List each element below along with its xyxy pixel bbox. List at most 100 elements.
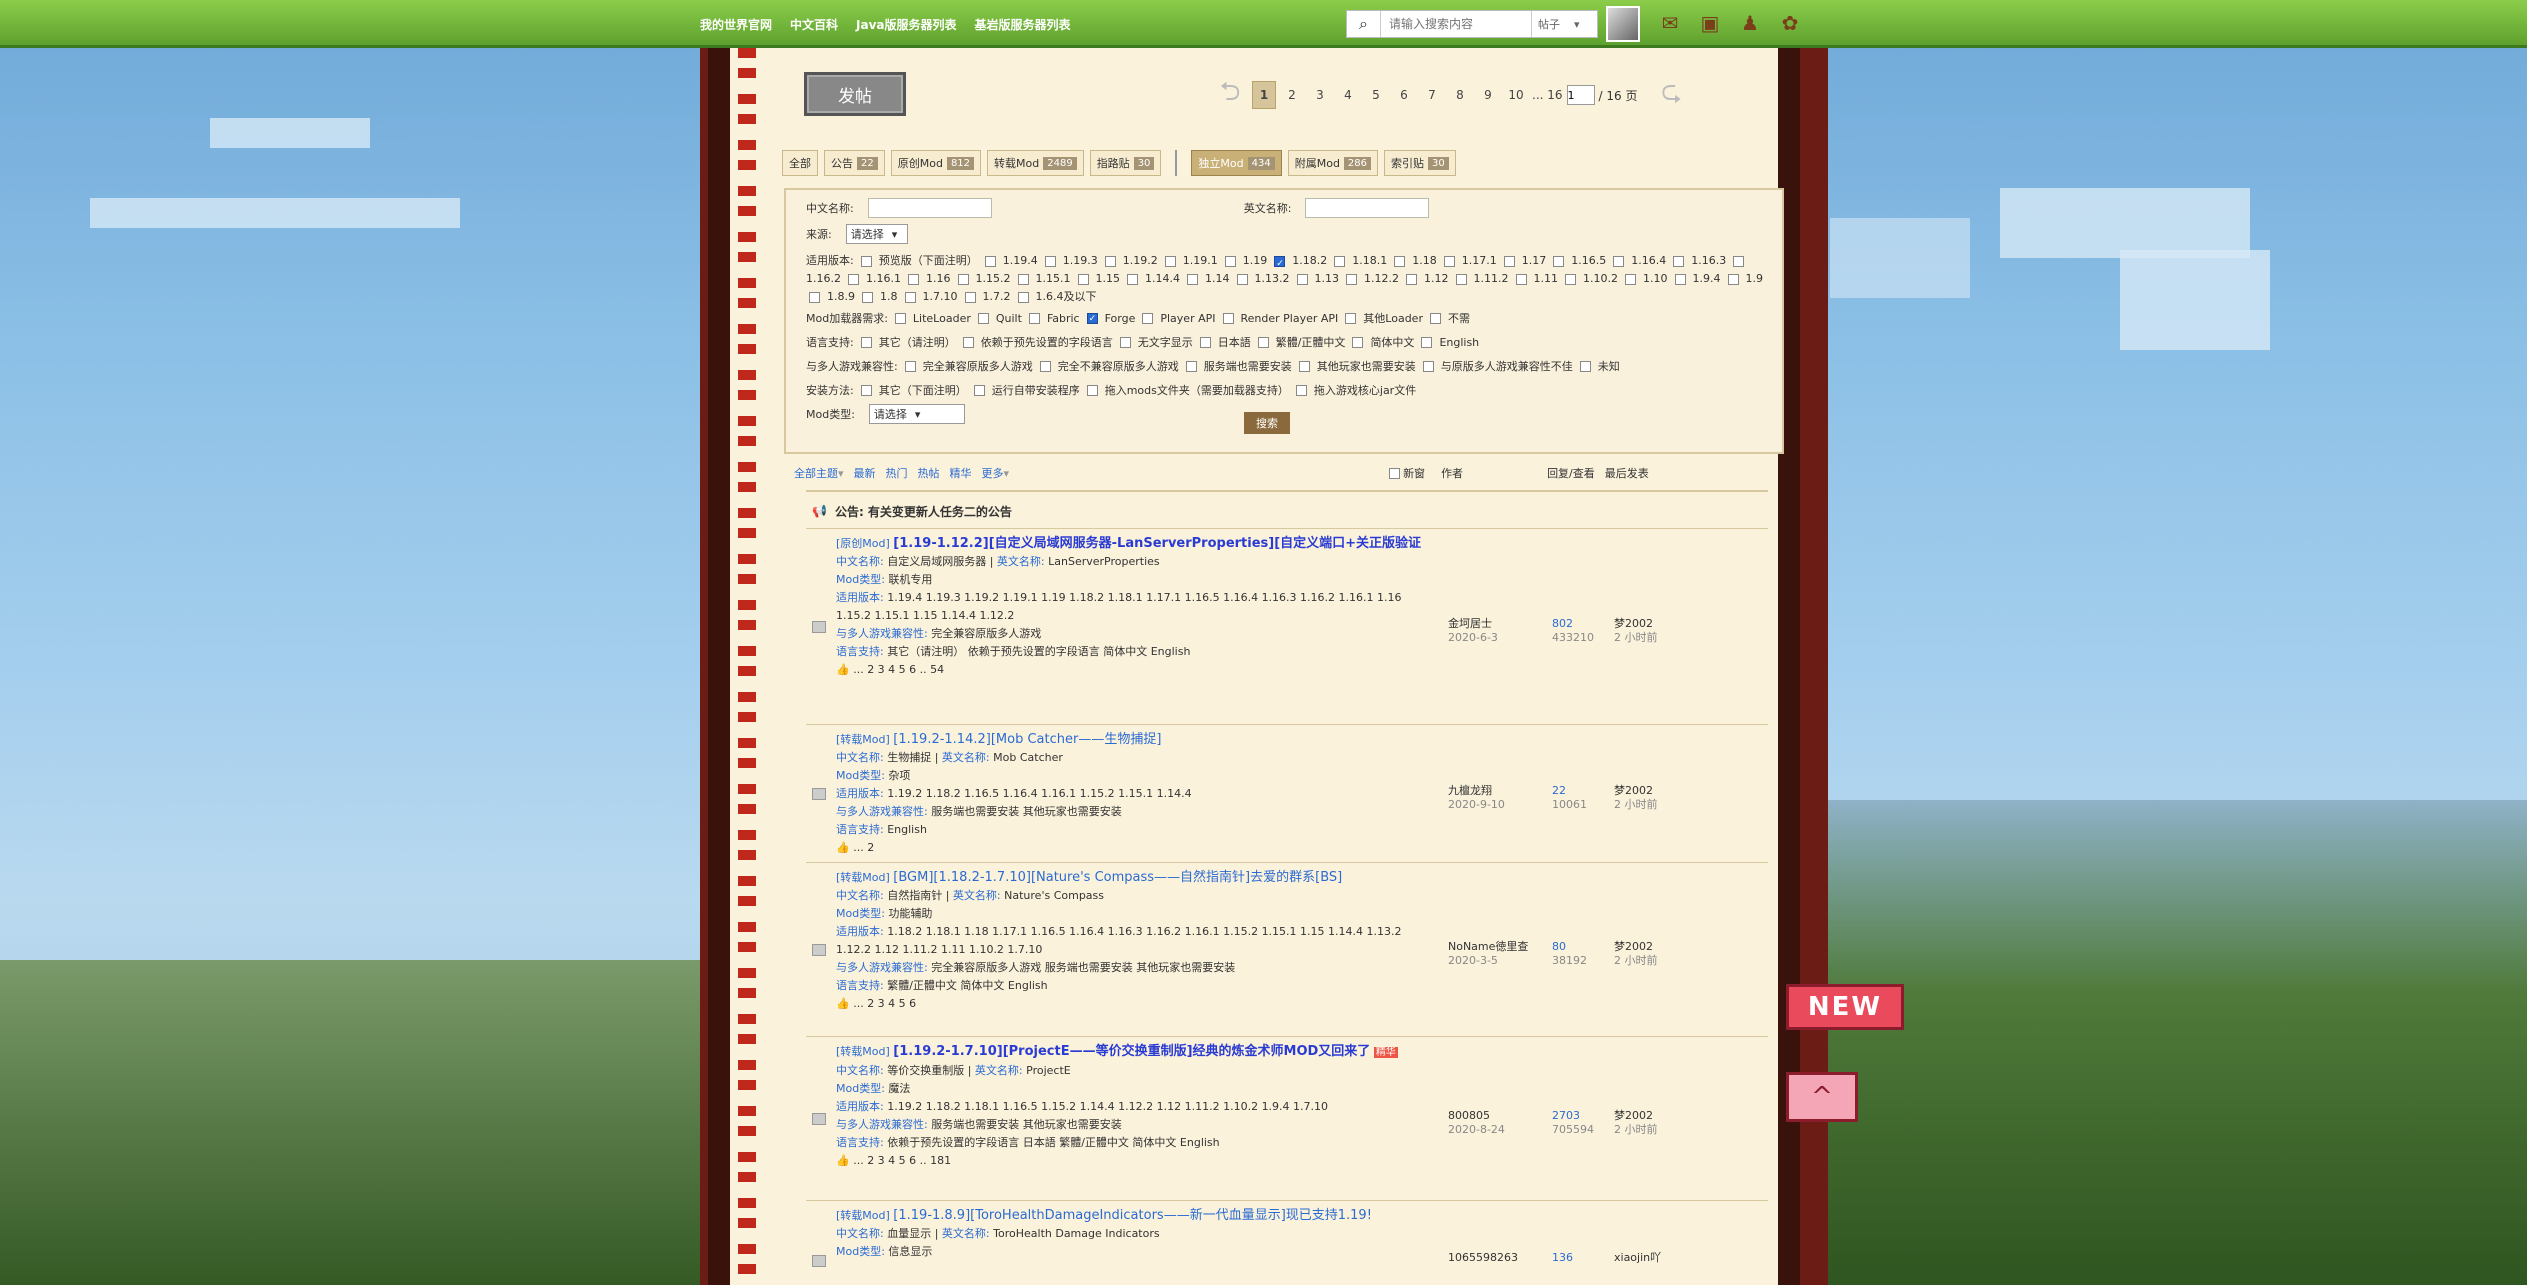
versions-checkbox[interactable] [1673, 255, 1685, 267]
loaders-checkbox[interactable] [1086, 312, 1098, 324]
langs-checkbox[interactable] [1421, 336, 1433, 348]
versions-checkbox[interactable] [1613, 255, 1625, 267]
versions-checkbox[interactable] [1733, 255, 1745, 267]
thread-title[interactable]: [1.19-1.8.9][ToroHealthDamageIndicators—… [893, 1208, 1372, 1223]
back-to-top-icon[interactable]: ^ [1786, 1072, 1858, 1122]
source-select[interactable]: 请选择 ▾ [845, 224, 908, 244]
last-poster[interactable]: 梦2002 [1614, 784, 1653, 797]
thread-title[interactable]: [1.19.2-1.14.2][Mob Catcher——生物捕捉] [893, 732, 1161, 747]
versions-checkbox[interactable] [984, 255, 996, 267]
tab-standalone[interactable]: 独立Mod 434 [1191, 150, 1282, 176]
thread-type[interactable]: [转载Mod] [836, 1045, 890, 1058]
install-checkbox[interactable] [860, 384, 872, 396]
versions-checkbox[interactable] [862, 291, 873, 303]
nav-link-java-servers[interactable]: Java版服务器列表 [856, 16, 956, 33]
palette-icon[interactable]: ✿ [1775, 8, 1805, 38]
thread-author[interactable]: 九檀龙翔 [1448, 784, 1492, 797]
page-link[interactable]: 4 [1336, 81, 1360, 109]
install-checkbox[interactable] [1295, 384, 1307, 396]
sort-hotpost[interactable]: 热帖 [918, 465, 940, 481]
thread-type[interactable]: [转载Mod] [836, 871, 890, 884]
thread-type[interactable]: [转载Mod] [836, 733, 890, 746]
langs-checkbox[interactable] [962, 336, 974, 348]
langs-checkbox[interactable] [1119, 336, 1131, 348]
loaders-checkbox[interactable] [1028, 312, 1040, 324]
thread-author[interactable]: 1065598263 [1448, 1251, 1518, 1264]
page-link[interactable]: 8 [1448, 81, 1472, 109]
versions-checkbox[interactable] [1625, 273, 1636, 285]
page-link[interactable]: 3 [1308, 81, 1332, 109]
mod-type-select[interactable]: 请选择 ▾ [868, 404, 965, 424]
install-checkbox[interactable] [1086, 384, 1098, 396]
sort-newest[interactable]: 最新 [854, 465, 876, 481]
cn-name-input[interactable] [867, 198, 992, 218]
loaders-checkbox[interactable] [894, 312, 906, 324]
thread-author[interactable]: 800805 [1448, 1109, 1490, 1122]
prev-page-icon[interactable]: ⮌ [1212, 77, 1248, 112]
thread-replies[interactable]: 2703 [1552, 1109, 1580, 1122]
versions-checkbox[interactable] [1104, 255, 1116, 267]
versions-checkbox[interactable] [1044, 255, 1056, 267]
thread-replies[interactable]: 22 [1552, 784, 1566, 797]
thread-pages[interactable]: ... 2 [853, 841, 874, 854]
new-badge[interactable]: NEW [1786, 984, 1904, 1030]
versions-checkbox[interactable] [1077, 273, 1089, 285]
last-poster[interactable]: 梦2002 [1614, 1109, 1653, 1122]
search-scope-select[interactable]: 帖子 ▾ [1531, 11, 1591, 37]
tab-repost[interactable]: 转载Mod 2489 [987, 150, 1084, 176]
versions-checkbox[interactable] [1553, 255, 1565, 267]
thread-author[interactable]: NoName徳里查 [1448, 940, 1528, 953]
page-link[interactable]: 7 [1420, 81, 1444, 109]
search-icon[interactable]: ⌕ [1347, 11, 1381, 37]
thread-title[interactable]: [1.19-1.12.2][自定义局域网服务器-LanServerPropert… [893, 536, 1421, 551]
mp-checkbox[interactable] [1298, 360, 1310, 372]
loaders-checkbox[interactable] [1429, 312, 1441, 324]
versions-checkbox[interactable] [1515, 273, 1527, 285]
langs-checkbox[interactable] [860, 336, 872, 348]
install-checkbox[interactable] [973, 384, 985, 396]
mp-checkbox[interactable] [904, 360, 916, 372]
thread-pages[interactable]: ... 2 3 4 5 6 .. 54 [853, 663, 944, 676]
langs-checkbox[interactable] [1257, 336, 1269, 348]
thread-type[interactable]: [原创Mod] [836, 537, 890, 550]
versions-checkbox[interactable] [1455, 273, 1467, 285]
page-link[interactable]: 6 [1392, 81, 1416, 109]
loaders-checkbox[interactable] [1142, 312, 1154, 324]
box-icon[interactable]: ▣ [1695, 8, 1725, 38]
thread-author[interactable]: 金坷居士 [1448, 617, 1492, 630]
last-poster[interactable]: xiaojin吖 [1614, 1251, 1661, 1264]
thread-pages[interactable]: ... 2 3 4 5 6 .. 181 [853, 1154, 951, 1167]
langs-checkbox[interactable] [1352, 336, 1364, 348]
versions-checkbox[interactable] [1394, 255, 1406, 267]
tab-addon[interactable]: 附属Mod 286 [1287, 150, 1379, 176]
page-link[interactable]: 5 [1364, 81, 1388, 109]
sort-more[interactable]: 更多 [982, 465, 1004, 481]
thread-replies[interactable]: 80 [1552, 940, 1566, 953]
versions-checkbox[interactable] [1334, 255, 1346, 267]
thread-type[interactable]: [转载Mod] [836, 1209, 890, 1222]
avatar[interactable] [1606, 6, 1640, 42]
mp-checkbox[interactable] [1422, 360, 1434, 372]
page-link[interactable]: 9 [1476, 81, 1500, 109]
tab-index[interactable]: 索引贴 30 [1384, 150, 1456, 176]
page-link[interactable]: 10 [1504, 81, 1528, 109]
mp-checkbox[interactable] [1185, 360, 1197, 372]
langs-checkbox[interactable] [1199, 336, 1211, 348]
versions-checkbox[interactable] [1727, 273, 1739, 285]
nav-link-wiki[interactable]: 中文百科 [790, 16, 838, 33]
tab-all[interactable]: 全部 [782, 150, 818, 176]
tab-original[interactable]: 原创Mod 812 [890, 150, 982, 176]
search-button[interactable]: 搜索 [1244, 412, 1290, 434]
thread-pages[interactable]: ... 2 3 4 5 6 [853, 997, 916, 1010]
versions-checkbox[interactable] [1346, 273, 1357, 285]
tab-guide[interactable]: 指路贴 30 [1089, 150, 1162, 176]
sort-hot[interactable]: 热门 [886, 465, 908, 481]
nav-link-bedrock-servers[interactable]: 基岩版服务器列表 [975, 16, 1071, 33]
all-topics-dropdown[interactable]: 全部主题 [794, 465, 838, 481]
en-name-input[interactable] [1305, 198, 1430, 218]
thread-title[interactable]: [1.19.2-1.7.10][ProjectE——等价交换重制版]经典的炼金术… [893, 1044, 1370, 1059]
versions-checkbox[interactable] [1224, 255, 1236, 267]
versions-checkbox[interactable] [1406, 273, 1417, 285]
loaders-checkbox[interactable] [1345, 312, 1357, 324]
message-icon[interactable]: ✉ [1655, 8, 1685, 38]
